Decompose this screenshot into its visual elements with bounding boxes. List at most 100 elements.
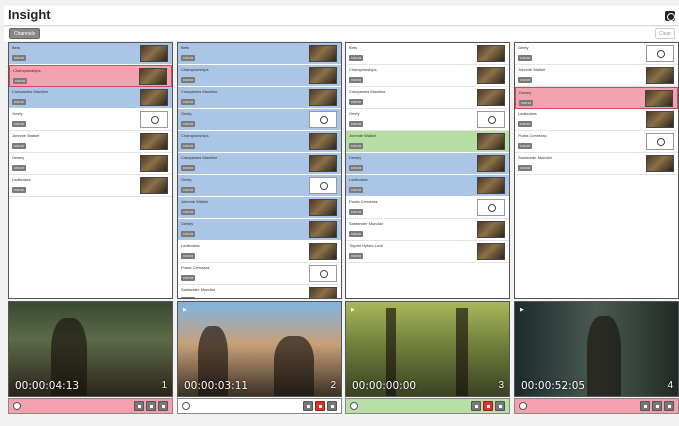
- playlist-item[interactable]: Geely 0:00:10: [9, 109, 172, 131]
- playlist-item[interactable]: Johnnie Walker 0:00:15: [178, 197, 341, 219]
- stop-button[interactable]: [146, 401, 156, 411]
- video-thumbnail: [140, 133, 168, 150]
- video-preview-1[interactable]: 00:00:04:13 1: [8, 301, 173, 397]
- playlist-item-name: Bets: [181, 45, 190, 50]
- playlist-item-name: Geely: [181, 177, 192, 182]
- duration-badge: 0:00:20: [349, 231, 364, 237]
- duration-badge: 0:00:20: [518, 165, 533, 171]
- video-thumbnail: [477, 89, 505, 106]
- stop-button[interactable]: [315, 401, 325, 411]
- playlist-item[interactable]: Companies Machine 0:00:20: [178, 87, 341, 109]
- playlist-item[interactable]: Santander Mundial 0:00:20: [515, 153, 678, 175]
- stop-button[interactable]: [483, 401, 493, 411]
- play-marker-icon: ▶: [520, 307, 524, 313]
- playlist-item-name: Toyota Hybrid Love: [349, 243, 384, 248]
- playlist-item[interactable]: Toyota Hybrid Love 0:00:30: [346, 241, 509, 263]
- playlist-item[interactable]: Ladbrokes 0:00:20: [178, 241, 341, 263]
- video-preview-2[interactable]: ▶ 00:00:03:11 2: [177, 301, 342, 397]
- timecode: 00:00:04:13: [15, 380, 80, 392]
- playlist-item[interactable]: Geely 0:00:10: [515, 43, 678, 65]
- channel-status-icon[interactable]: [350, 402, 358, 410]
- playlist-item[interactable]: Punta Cervezas 0:00:15: [178, 263, 341, 285]
- playlist-item-name: Ladbrokes: [349, 177, 368, 182]
- playlist-item[interactable]: Punta Cervezas 0:00:15: [346, 197, 509, 219]
- rewind-button[interactable]: [303, 401, 313, 411]
- playlist-item[interactable]: Ladbrokes 0:00:20: [515, 109, 678, 131]
- duration-badge: 0:00:30: [181, 143, 196, 149]
- playlist-item[interactable]: Championships 0:00:30: [9, 65, 172, 87]
- logo-thumbnail: [477, 111, 505, 128]
- playlist-item[interactable]: Championships 0:00:30: [178, 65, 341, 87]
- playlist-item[interactable]: Bets 0:00:15: [178, 43, 341, 65]
- playlist-item[interactable]: Punta Cervezas 0:00:15: [515, 131, 678, 153]
- player-controls-2: [177, 398, 342, 414]
- playlist-item[interactable]: Johnnie Walker 0:00:15: [9, 131, 172, 153]
- duration-badge: 0:00:15: [181, 231, 196, 237]
- playlist-item[interactable]: Championships 0:00:30: [178, 131, 341, 153]
- duration-badge: 0:00:20: [181, 297, 196, 298]
- playlist-item[interactable]: Dewey 0:00:15: [346, 153, 509, 175]
- channel-status-icon[interactable]: [182, 402, 190, 410]
- rewind-button[interactable]: [134, 401, 144, 411]
- video-thumbnail: [645, 90, 673, 107]
- playlist-item-name: Dewey: [349, 155, 362, 160]
- forward-button[interactable]: [158, 401, 168, 411]
- playlist-item[interactable]: Ladbrokes 0:00:20: [9, 175, 172, 197]
- playlist-item[interactable]: Santander Mundial 0:00:20: [346, 219, 509, 241]
- duration-badge: 0:00:15: [181, 275, 196, 281]
- playlist-item[interactable]: Championships 0:00:30: [346, 65, 509, 87]
- playlist-item-name: Companies Machine: [181, 155, 218, 160]
- video-thumbnail: [309, 243, 337, 260]
- channel-playlist-3: Bets 0:00:15 Championships 0:00:30 Companies…: [345, 42, 510, 299]
- duration-badge: 0:00:20: [12, 187, 27, 193]
- forward-button[interactable]: [495, 401, 505, 411]
- video-thumbnail: [309, 67, 337, 84]
- transport-buttons: [303, 401, 337, 411]
- playlist-item[interactable]: Geely 0:00:10: [178, 109, 341, 131]
- duration-badge: 0:00:20: [349, 187, 364, 193]
- logo-thumbnail: [309, 111, 337, 128]
- video-thumbnail: [309, 45, 337, 62]
- playlist-item[interactable]: Johnnie Walker 0:00:15: [346, 131, 509, 153]
- clear-button[interactable]: Clear: [655, 28, 675, 39]
- playlist-item[interactable]: Geely 0:00:10: [346, 109, 509, 131]
- playlist-item-name: Championships: [349, 67, 377, 72]
- playlist-item[interactable]: Bets 0:00:15: [346, 43, 509, 65]
- video-thumbnail: [309, 89, 337, 106]
- playlist-item-name: Johnnie Walker: [518, 67, 546, 72]
- video-thumbnail: [309, 287, 337, 298]
- channel-number: 2: [330, 380, 336, 391]
- playlist-item[interactable]: Ladbrokes 0:00:20: [346, 175, 509, 197]
- forward-button[interactable]: [327, 401, 337, 411]
- playlist-item[interactable]: Dewey 0:00:15: [178, 219, 341, 241]
- playlist-item[interactable]: Companies Machine 0:00:20: [346, 87, 509, 109]
- playlist-item-name: Dewey: [519, 90, 532, 95]
- channels-button[interactable]: Channels: [9, 28, 41, 39]
- playlist-item[interactable]: Companies Machine 0:00:20: [9, 87, 172, 109]
- playlist-item-name: Johnnie Walker: [181, 199, 209, 204]
- settings-icon[interactable]: [665, 11, 675, 21]
- rewind-button[interactable]: [471, 401, 481, 411]
- video-thumbnail: [477, 155, 505, 172]
- forward-button[interactable]: [664, 401, 674, 411]
- playlist-item[interactable]: Santander Mundial 0:00:20: [178, 285, 341, 298]
- playlist-item[interactable]: Johnnie Walker 0:00:15: [515, 65, 678, 87]
- playlist-item[interactable]: Companies Machine 0:00:20: [178, 153, 341, 175]
- channel-status-icon[interactable]: [519, 402, 527, 410]
- rewind-button[interactable]: [640, 401, 650, 411]
- playlist-item-name: Dewey: [12, 155, 25, 160]
- video-preview-4[interactable]: ▶ 00:00:52:05 4: [514, 301, 679, 397]
- app-header: Insight: [4, 6, 679, 26]
- playlist-item[interactable]: Bets 0:00:15: [9, 43, 172, 65]
- playlist-item[interactable]: Dewey 0:00:15: [515, 87, 678, 109]
- playlist-item[interactable]: Geely 0:00:10: [178, 175, 341, 197]
- duration-badge: 0:00:20: [349, 99, 364, 105]
- channel-status-icon[interactable]: [13, 402, 21, 410]
- playlist-item-name: Dewey: [181, 221, 194, 226]
- video-thumbnail: [477, 221, 505, 238]
- playlist-item-name: Companies Machine: [12, 89, 49, 94]
- playlist-item[interactable]: Dewey 0:00:15: [9, 153, 172, 175]
- stop-button[interactable]: [652, 401, 662, 411]
- duration-badge: 0:00:15: [12, 143, 27, 149]
- video-preview-3[interactable]: ▶ 00:00:00:00 3: [345, 301, 510, 397]
